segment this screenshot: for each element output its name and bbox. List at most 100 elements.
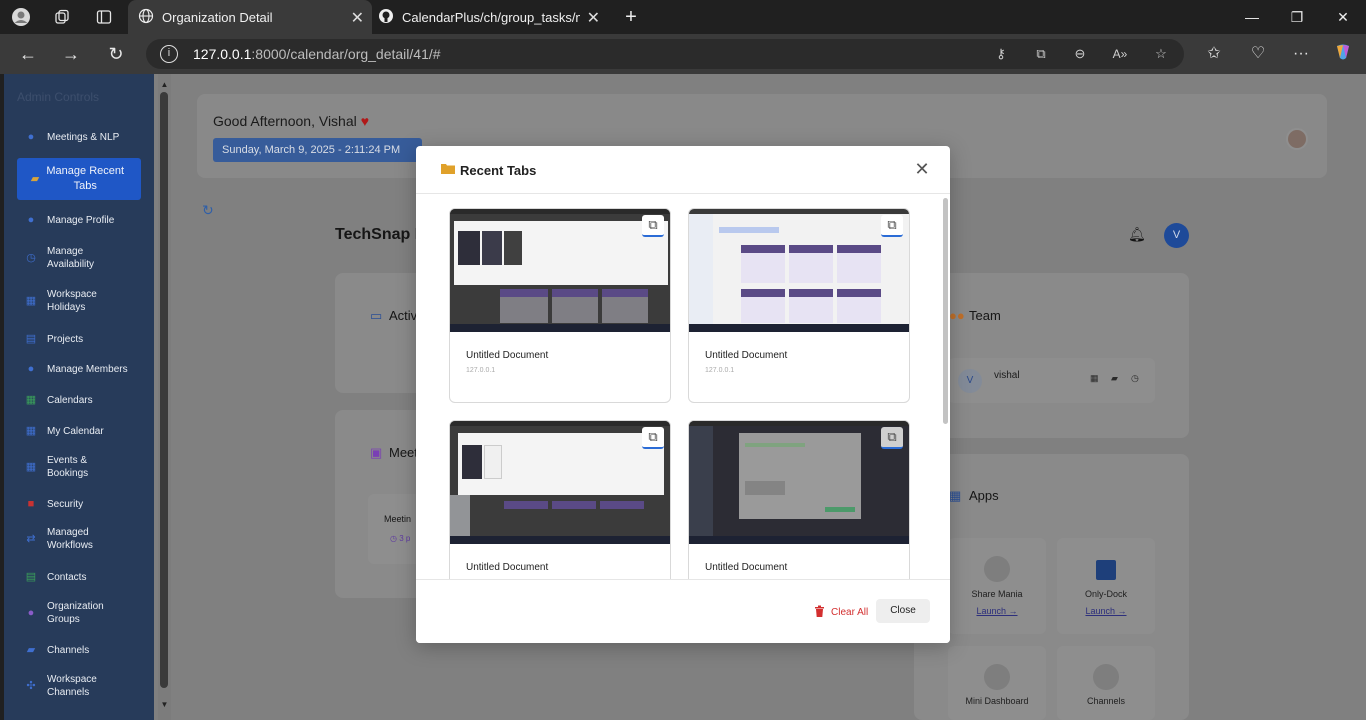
date-badge: Sunday, March 9, 2025 - 2:11:24 PM [213, 138, 422, 162]
open-external-icon[interactable]: ⧉ [881, 215, 903, 237]
recent-tab-card[interactable]: ⧉ Untitled Document [449, 420, 671, 579]
minimize-icon[interactable]: — [1241, 6, 1263, 28]
clipboard-icon: ▤ [25, 332, 37, 345]
sidebar-item-meetings-nlp[interactable]: ● Meetings & NLP [24, 130, 150, 144]
page-viewport: Admin Controls ● Meetings & NLP ▰ Manage R… [4, 74, 1366, 720]
favorites-icon[interactable]: ✩ [1202, 42, 1226, 66]
profile-icon[interactable] [10, 6, 32, 28]
apps-grid-icon: ▦ [949, 488, 962, 503]
avatar[interactable] [1286, 128, 1308, 150]
refresh-icon[interactable]: ↻ [202, 202, 214, 219]
card-title: Untitled Document [705, 350, 788, 361]
launch-link[interactable]: Launch → [1057, 606, 1155, 616]
page-title: TechSnap D [335, 226, 427, 243]
bell-icon[interactable]: 🔔︎ [1128, 226, 1146, 243]
meeting-card-title: Meetin [384, 514, 412, 524]
tab-github[interactable]: CalendarPlus/ch/group_tasks/mic ✕ [372, 0, 612, 34]
sidebar-item-workspace-channels[interactable]: ✣ Workspace Channels [24, 673, 150, 699]
app-tile-share-mania[interactable] [948, 538, 1046, 634]
sidebar-item-security[interactable]: ■ Security [24, 497, 150, 511]
tab-actions-icon[interactable] [93, 6, 115, 28]
modal-header: Recent Tabs ✕ [416, 146, 950, 194]
meetings-label: Meet [389, 445, 418, 460]
forward-icon[interactable]: → [59, 42, 83, 66]
address-book-icon: ▤ [25, 570, 37, 583]
recent-tab-card[interactable]: ⧉ Untitled Document [688, 420, 910, 579]
calendar-icon: ▣ [370, 445, 383, 460]
url-text[interactable]: 127.0.0.1:8000/calendar/org_detail/41/# [193, 46, 441, 62]
activity-label: Activ [389, 308, 418, 323]
sidebar-item-contacts[interactable]: ▤ Contacts [24, 570, 150, 584]
new-tab-button[interactable]: + [620, 6, 642, 28]
open-external-icon[interactable]: ⧉ [642, 215, 664, 237]
tab-organization-detail[interactable]: Organization Detail ✕ [128, 0, 372, 34]
back-icon[interactable]: ← [16, 42, 40, 66]
heart-icon: ♥ [360, 113, 370, 129]
key-icon[interactable]: ⚷ [992, 45, 1010, 63]
calendar-icon: ▦ [25, 424, 37, 437]
sidebar-item-workspace-holidays[interactable]: ▦ Workspace Holidays [24, 288, 150, 314]
card-title: Untitled Document [466, 562, 549, 573]
sidebar-item-manage-profile[interactable]: ● Manage Profile [24, 213, 150, 227]
calendar-icon[interactable]: ▦ [1090, 373, 1099, 384]
app-name: Share Mania [971, 589, 1023, 599]
restore-icon[interactable]: ❐ [1286, 6, 1308, 28]
user-avatar-badge[interactable]: V [1164, 223, 1189, 248]
sidebar-item-channels[interactable]: ▰ Channels [24, 643, 150, 657]
workspaces-icon[interactable] [51, 6, 73, 28]
sidebar-item-manage-members[interactable]: ● Manage Members [24, 362, 150, 376]
clock-icon[interactable]: ◷ [1131, 373, 1139, 384]
folder-icon [441, 162, 455, 177]
open-external-icon[interactable]: ⧉ [642, 427, 664, 449]
read-aloud-icon[interactable]: A» [1111, 45, 1129, 63]
app-tile-only-dock[interactable] [1057, 538, 1155, 634]
tab-thumbnail [689, 209, 909, 332]
sidebar-item-manage-availability[interactable]: ◷ Manage Availability [24, 245, 150, 271]
sidebar-item-events-bookings[interactable]: ▦ Events & Bookings [24, 454, 150, 480]
close-button[interactable]: Close [876, 599, 930, 623]
tab-thumbnail [450, 421, 670, 544]
scroll-up-icon[interactable]: ▲ [159, 80, 170, 90]
sidebar-item-projects[interactable]: ▤ Projects [24, 332, 150, 346]
more-options-icon[interactable]: ··· [1289, 42, 1313, 66]
admin-sidebar: Admin Controls ● Meetings & NLP ▰ Manage R… [4, 74, 154, 720]
share-icon [984, 556, 1010, 582]
member-avatar: V [958, 369, 982, 393]
sidebar-item-managed-workflows[interactable]: ⇄ Managed Workflows [24, 526, 150, 552]
open-in-app-icon[interactable]: ⧉ [1032, 45, 1050, 63]
modal-title: Recent Tabs [460, 163, 537, 178]
dock-icon [1096, 560, 1116, 580]
browser-essentials-icon[interactable]: ♡ [1246, 42, 1270, 66]
network-icon: ✣ [26, 679, 36, 692]
close-window-icon[interactable]: ✕ [1332, 6, 1354, 28]
zoom-icon[interactable]: ⊖ [1071, 45, 1089, 63]
open-external-icon[interactable]: ⧉ [881, 427, 903, 449]
sidebar-item-my-calendar[interactable]: ▦ My Calendar [24, 424, 150, 438]
copilot-icon[interactable] [1331, 42, 1355, 66]
url-field[interactable]: i 127.0.0.1:8000/calendar/org_detail/41/… [146, 39, 1184, 69]
site-info-icon[interactable]: i [160, 45, 178, 63]
sidebar-item-manage-recent-tabs[interactable]: ▰ Manage Recent Tabs [17, 158, 141, 200]
apps-label: Apps [969, 488, 999, 503]
users-icon: ● [27, 362, 35, 375]
scroll-down-icon[interactable]: ▼ [159, 700, 170, 710]
modal-scrollbar[interactable] [943, 198, 948, 424]
sidebar-item-organization-groups[interactable]: ● Organization Groups [24, 600, 150, 626]
browser-tab-bar: Organization Detail ✕ CalendarPlus/ch/gr… [0, 0, 1366, 34]
close-icon[interactable]: ✕ [913, 160, 931, 178]
close-tab-icon[interactable]: ✕ [587, 8, 600, 28]
tab-label: Organization Detail [162, 9, 273, 25]
reload-icon[interactable]: ↻ [104, 42, 128, 66]
recent-tab-card[interactable]: ⧉ Untitled Document 127.0.0.1 [688, 208, 910, 403]
sidebar-item-calendars[interactable]: ▦ Calendars [24, 393, 150, 407]
folder-icon: ▭ [370, 308, 383, 323]
sidebar-scroll-thumb[interactable] [160, 92, 168, 688]
favorite-star-icon[interactable]: ☆ [1152, 45, 1170, 63]
app-name: Mini Dashboard [965, 696, 1029, 706]
launch-link[interactable]: Launch → [948, 606, 1046, 616]
clear-all-button[interactable]: Clear All [814, 605, 868, 620]
chat-icon[interactable]: ▰ [1111, 373, 1118, 384]
address-bar-row: ← → ↻ i 127.0.0.1:8000/calendar/org_deta… [0, 34, 1366, 74]
close-tab-icon[interactable]: ✕ [351, 8, 364, 28]
recent-tab-card[interactable]: ⧉ Untitled Document 127.0.0.1 [449, 208, 671, 403]
